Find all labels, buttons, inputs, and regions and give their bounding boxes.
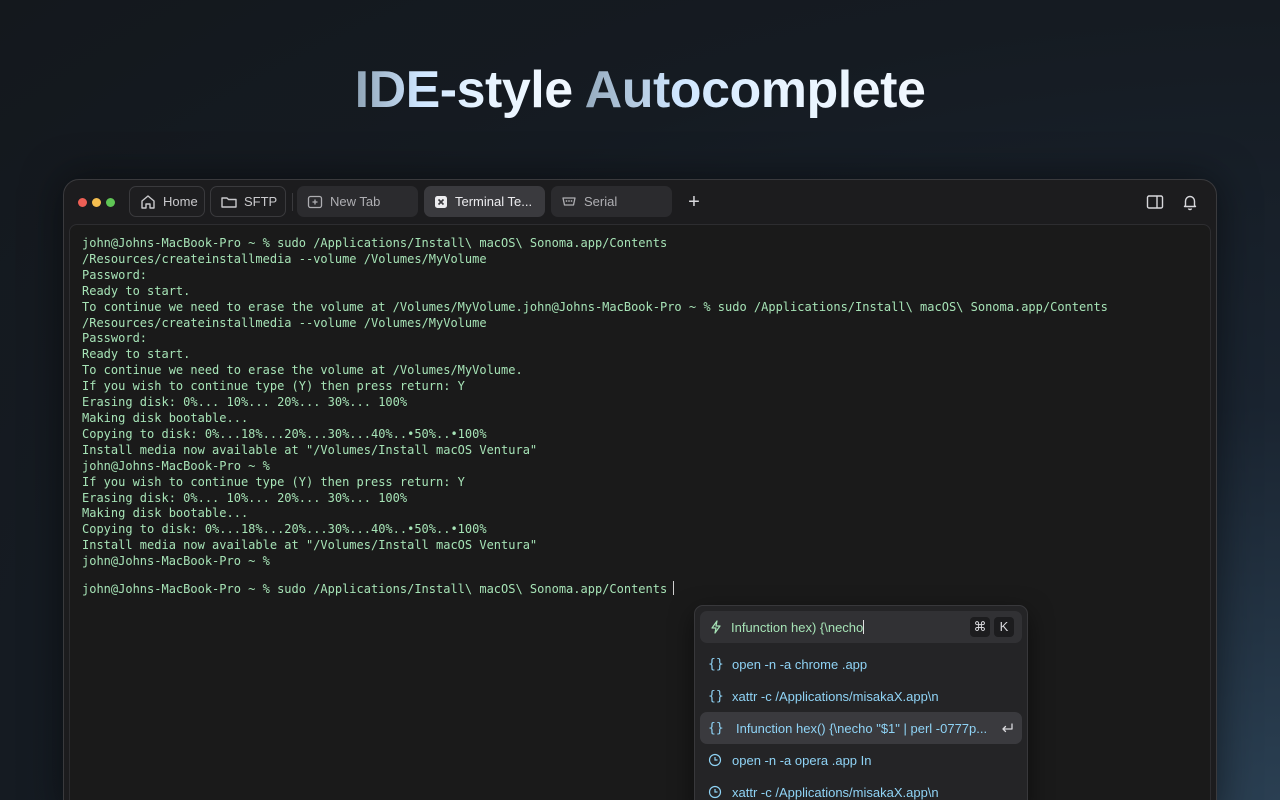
terminal-line: john@Johns-MacBook-Pro ~ % sudo /Applica… [82, 236, 668, 250]
terminal-line: /Resources/createinstallmedia --volume /… [82, 251, 487, 266]
terminal-line: Password: [82, 331, 148, 346]
suggestion-label: xattr -c /Applications/misakaX.app\n [732, 784, 939, 800]
app-window: Home SFTP New Tab Terminal Te... Serial … [63, 179, 1217, 800]
suggestion-label: Infunction hex() {\necho "$1" | perl -07… [736, 720, 988, 736]
suggestion-item[interactable]: xattr -c /Applications/misakaX.app\n [700, 776, 1022, 800]
suggestion-item[interactable]: {} open -n -a chrome .app [700, 648, 1022, 680]
terminal-line: If you wish to continue type (Y) then pr… [82, 379, 465, 394]
bell-icon[interactable] [1180, 192, 1200, 212]
terminal-line: Ready to start. [82, 283, 191, 298]
folder-icon [221, 196, 237, 208]
terminal-line: To continue we need to erase the volume … [82, 363, 523, 378]
serial-port-icon [562, 196, 576, 206]
page-headline: IDE-style Autocomplete [0, 60, 1280, 120]
suggestion-label: open -n -a opera .app In [732, 752, 872, 768]
lightning-icon [711, 620, 721, 634]
terminal-prompt-line[interactable]: john@Johns-MacBook-Pro ~ % sudo /Applica… [82, 581, 675, 597]
terminal-line: If you wish to continue type (Y) then pr… [82, 474, 465, 489]
terminal-cursor [673, 581, 675, 595]
query-caret [863, 619, 865, 634]
close-window-button[interactable] [78, 198, 87, 207]
terminal-output: john@Johns-MacBook-Pro ~ % sudo /Applica… [82, 236, 1108, 570]
command-key-icon: ⌘ [970, 617, 990, 637]
history-clock-icon [708, 785, 722, 799]
zoom-window-button[interactable] [106, 198, 115, 207]
snippet-icon: {} [708, 688, 724, 704]
snippet-icon: {} [708, 656, 724, 672]
terminal-line: Erasing disk: 0%... 10%... 20%... 30%...… [82, 395, 408, 410]
headline-part2: Autocomplete [572, 61, 926, 119]
suggestion-label: open -n -a chrome .app [732, 656, 868, 672]
terminal-line: /Resources/createinstallmedia --volume /… [82, 315, 487, 330]
terminal-line: Copying to disk: 0%...18%...20%...30%...… [82, 426, 487, 441]
history-clock-icon [708, 753, 722, 767]
tab-sftp-label: SFTP [244, 194, 278, 209]
terminal-line: Password: [82, 267, 148, 282]
tab-new-tab-label: New Tab [330, 194, 381, 209]
terminal-pane[interactable]: john@Johns-MacBook-Pro ~ % sudo /Applica… [69, 224, 1211, 800]
suggestion-item-selected[interactable]: {} Infunction hex() {\necho "$1" | perl … [700, 712, 1022, 744]
plus-icon: + [688, 191, 700, 213]
terminal-line: Install media now available at "/Volumes… [82, 538, 538, 553]
terminal-line: Making disk bootable... [82, 506, 249, 521]
terminal-line: Erasing disk: 0%... 10%... 20%... 30%...… [82, 490, 408, 505]
enter-key-icon [1002, 723, 1013, 733]
snippet-icon: {} [708, 720, 724, 736]
tab-sftp[interactable]: SFTP [210, 186, 286, 217]
suggestion-label: xattr -c /Applications/misakaX.app\n [732, 688, 939, 704]
tab-home[interactable]: Home [129, 186, 205, 217]
tab-new-tab[interactable]: New Tab [297, 186, 418, 217]
tab-home-label: Home [163, 194, 198, 209]
titlebar: Home SFTP New Tab Terminal Te... Serial … [64, 180, 1216, 224]
headline-part1: IDE-style [354, 61, 574, 119]
home-icon [141, 194, 155, 209]
autocomplete-query-text: Infunction hex) {\necho [731, 619, 864, 635]
minimize-window-button[interactable] [92, 198, 101, 207]
suggestion-item[interactable]: {} xattr -c /Applications/misakaX.app\n [700, 680, 1022, 712]
tab-terminal-label: Terminal Te... [455, 194, 533, 209]
terminal-line: john@Johns-MacBook-Pro ~ % [82, 458, 270, 473]
terminal-line: Ready to start. [82, 347, 191, 362]
autocomplete-query: Infunction hex) {\necho [731, 619, 865, 635]
terminal-line: Copying to disk: 0%...18%...20%...30%...… [82, 522, 487, 537]
new-tab-icon [307, 195, 323, 208]
autocomplete-search[interactable]: Infunction hex) {\necho ⌘ K [700, 611, 1022, 643]
k-key: K [994, 617, 1014, 637]
autocomplete-popup: Infunction hex) {\necho ⌘ K {} open -n -… [694, 605, 1028, 800]
terminal-line: john@Johns-MacBook-Pro ~ % [82, 554, 270, 569]
terminal-prompt-text: john@Johns-MacBook-Pro ~ % sudo /Applica… [82, 582, 668, 596]
suggestion-item[interactable]: open -n -a opera .app In [700, 744, 1022, 776]
terminal-line: Install media now available at "/Volumes… [82, 442, 538, 457]
tab-terminal[interactable]: Terminal Te... [424, 186, 545, 217]
tab-serial[interactable]: Serial [551, 186, 672, 217]
terminal-line: To continue we need to erase the volume … [82, 299, 1108, 314]
sidebar-toggle-icon[interactable] [1145, 192, 1165, 212]
add-tab-button[interactable]: + [683, 191, 705, 213]
tab-serial-label: Serial [584, 194, 618, 209]
close-icon[interactable] [433, 194, 449, 210]
tab-divider [292, 193, 293, 211]
terminal-line: Making disk bootable... [82, 410, 249, 425]
